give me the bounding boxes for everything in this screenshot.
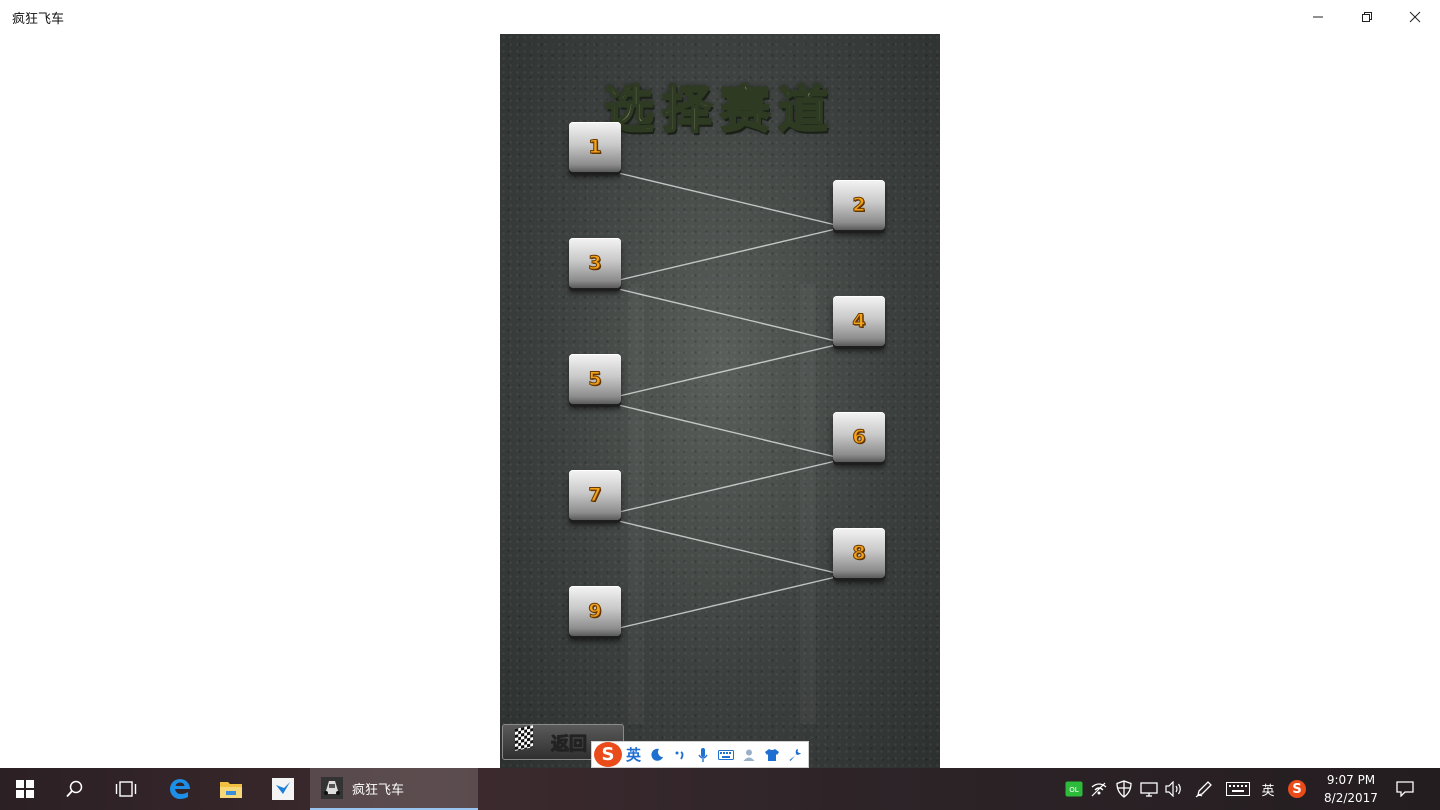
moon-icon[interactable] [645, 742, 668, 767]
search-button[interactable] [50, 768, 100, 810]
tray-ime-language[interactable]: 英 [1256, 768, 1280, 810]
task-view-button[interactable] [101, 768, 151, 810]
taskbar-active-app[interactable]: 疯狂飞车 [310, 768, 478, 810]
wechat-icon[interactable]: OL [1062, 768, 1086, 810]
track-number: 3 [588, 252, 602, 275]
track-button-2[interactable]: 2 [833, 180, 885, 230]
track-button-9[interactable]: 9 [569, 586, 621, 636]
task-view-icon [115, 781, 137, 797]
action-center-button[interactable] [1393, 768, 1417, 810]
sogou-logo-icon[interactable]: S [594, 742, 622, 767]
track-button-6[interactable]: 6 [833, 412, 885, 462]
track-button-1[interactable]: 1 [569, 122, 621, 172]
title-bar: 疯狂飞车 [0, 0, 1440, 34]
track-button-8[interactable]: 8 [833, 528, 885, 578]
race-car-icon [321, 777, 343, 799]
close-icon [1409, 11, 1421, 23]
restore-icon [1362, 12, 1372, 22]
edge-button[interactable] [155, 768, 205, 810]
clock-time: 9:07 PM [1326, 773, 1376, 787]
network-icon[interactable] [1087, 768, 1111, 810]
app-store-icon [272, 778, 294, 800]
punctuation-icon[interactable] [668, 742, 691, 767]
game-viewport: 选择赛道 1 2 3 4 5 6 7 8 9 返回 [500, 34, 940, 768]
display-icon[interactable] [1137, 768, 1161, 810]
ime-toolbar: S 英 [591, 741, 809, 768]
file-explorer-icon [220, 782, 242, 798]
skin-shirt-icon[interactable] [760, 742, 783, 767]
clock-date: 8/2/2017 [1324, 791, 1378, 805]
file-explorer-button[interactable] [206, 768, 256, 810]
search-icon [66, 780, 83, 798]
wrench-icon[interactable] [783, 742, 806, 767]
track-button-4[interactable]: 4 [833, 296, 885, 346]
edge-icon [170, 779, 190, 799]
track-button-5[interactable]: 5 [569, 354, 621, 404]
track-button-3[interactable]: 3 [569, 238, 621, 288]
action-center-icon [1396, 781, 1414, 797]
sogou-logo-icon: S [1288, 780, 1306, 798]
track-button-7[interactable]: 7 [569, 470, 621, 520]
pen-icon[interactable] [1192, 768, 1216, 810]
track-number: 1 [588, 136, 602, 159]
track-number: 2 [852, 194, 866, 217]
restore-button[interactable] [1343, 0, 1391, 34]
track-number: 5 [588, 368, 602, 391]
shield-icon[interactable] [1112, 768, 1136, 810]
user-icon[interactable] [737, 742, 760, 767]
keyboard-icon[interactable] [1224, 768, 1252, 810]
app-store-button[interactable] [258, 768, 308, 810]
minimize-button[interactable] [1294, 0, 1342, 34]
close-button[interactable] [1391, 0, 1439, 34]
sogou-tray-icon[interactable]: S [1285, 768, 1309, 810]
windows-logo-icon [16, 780, 34, 798]
keyboard-icon[interactable] [714, 742, 737, 767]
volume-icon[interactable] [1162, 768, 1186, 810]
microphone-icon[interactable] [691, 742, 714, 767]
track-connector-lines [609, 170, 841, 630]
start-button[interactable] [0, 768, 50, 810]
window-title: 疯狂飞车 [12, 12, 65, 27]
taskbar: 疯狂飞车 OL 英 S 9:07 PM 8/2/2017 [0, 768, 1440, 810]
ime-language-toggle[interactable]: 英 [622, 742, 645, 767]
back-button-label: 返回 [551, 734, 588, 756]
taskbar-app-label: 疯狂飞车 [352, 782, 405, 798]
track-number: 6 [852, 426, 866, 449]
svg-text:OL: OL [1069, 786, 1079, 794]
track-number: 7 [588, 484, 602, 507]
track-number: 4 [852, 310, 866, 333]
track-number: 9 [588, 600, 602, 623]
system-clock[interactable]: 9:07 PM 8/2/2017 [1318, 771, 1384, 807]
checkered-flag-icon [515, 725, 533, 751]
minimize-icon [1313, 16, 1323, 18]
track-number: 8 [852, 542, 866, 565]
